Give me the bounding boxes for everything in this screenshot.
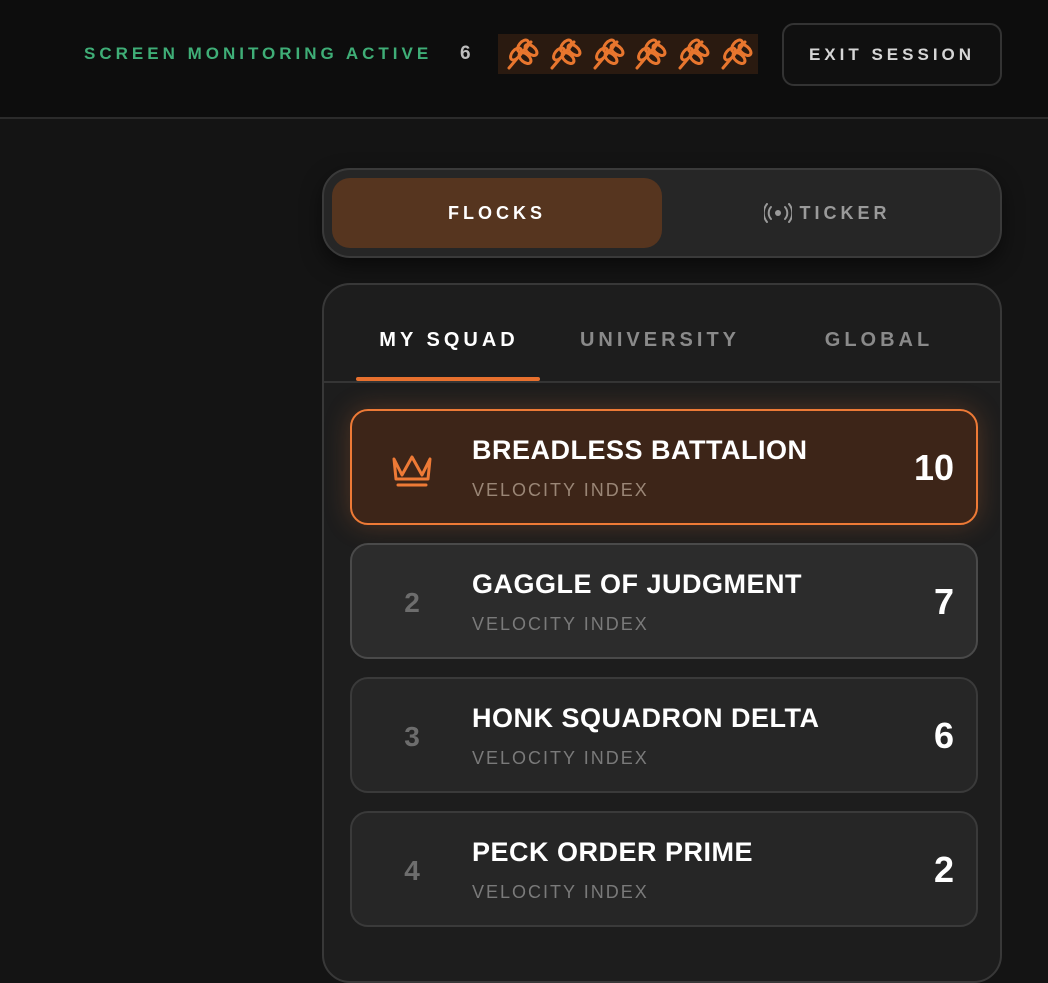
tab-global[interactable]: GLOBAL <box>794 329 964 352</box>
tab-my-squad[interactable]: MY SQUAD <box>358 329 540 352</box>
tab-ticker[interactable]: TICKER <box>662 178 992 248</box>
team-rank: 4 <box>404 855 420 886</box>
tab-flocks[interactable]: FLOCKS <box>332 178 662 248</box>
tab-university[interactable]: UNIVERSITY <box>560 329 760 352</box>
wheat-icon <box>678 38 710 70</box>
team-name: BREADLESS BATTALION <box>472 435 808 465</box>
leaderboard-panel: MY SQUAD UNIVERSITY GLOBAL BREADLESS BAT… <box>322 283 1002 983</box>
team-metric-label: VELOCITY INDEX <box>472 480 649 500</box>
leaderboard-row[interactable]: 2 GAGGLE OF JUDGMENT VELOCITY INDEX 7 <box>350 543 978 659</box>
team-score: 7 <box>933 581 954 622</box>
grain-meter <box>498 34 758 74</box>
scope-tabs: MY SQUAD UNIVERSITY GLOBAL <box>324 285 1000 383</box>
wheat-icon <box>507 38 539 70</box>
team-metric-label: VELOCITY INDEX <box>472 882 649 902</box>
team-name: HONK SQUADRON DELTA <box>472 703 820 733</box>
team-score: 2 <box>933 849 954 890</box>
view-switcher: FLOCKS TICKER <box>322 168 1002 258</box>
leaderboard-row[interactable]: BREADLESS BATTALION VELOCITY INDEX 10 <box>350 409 978 525</box>
grain-count: 6 <box>460 43 471 64</box>
team-score: 10 <box>913 447 954 488</box>
crown-icon <box>392 455 432 487</box>
broadcast-icon <box>763 203 792 223</box>
team-metric-label: VELOCITY INDEX <box>472 614 649 634</box>
wheat-icon <box>721 38 753 70</box>
wheat-icon <box>593 38 625 70</box>
team-rank: 2 <box>404 587 420 618</box>
team-name: GAGGLE OF JUDGMENT <box>472 569 803 599</box>
wheat-icon <box>635 38 667 70</box>
team-metric-label: VELOCITY INDEX <box>472 748 649 768</box>
leaderboard-row[interactable]: 3 HONK SQUADRON DELTA VELOCITY INDEX 6 <box>350 677 978 793</box>
team-rank: 3 <box>404 721 420 752</box>
tab-ticker-label: TICKER <box>799 202 891 223</box>
team-score: 6 <box>933 715 954 756</box>
top-bar: SCREEN MONITORING ACTIVE 6 EXIT SESSION <box>0 0 1048 119</box>
active-tab-indicator <box>356 377 540 381</box>
team-name: PECK ORDER PRIME <box>472 837 754 867</box>
monitoring-status: SCREEN MONITORING ACTIVE <box>84 44 433 63</box>
leaderboard-row[interactable]: 4 PECK ORDER PRIME VELOCITY INDEX 2 <box>350 811 978 927</box>
exit-session-button[interactable]: EXIT SESSION <box>782 23 1002 86</box>
wheat-icon <box>550 38 582 70</box>
